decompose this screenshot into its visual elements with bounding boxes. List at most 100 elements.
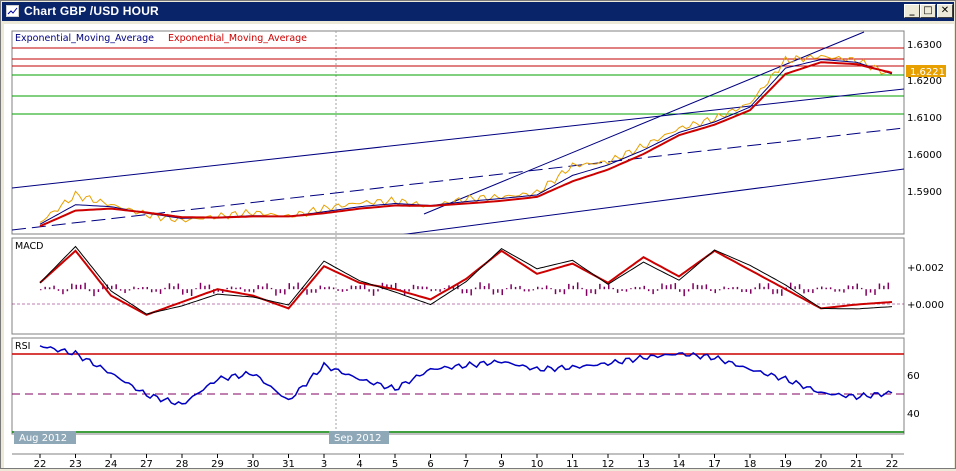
macd-hist-bar bbox=[599, 284, 601, 289]
title-bar[interactable]: Chart GBP /USD HOUR _ □ ✕ bbox=[2, 2, 954, 21]
macd-hist-bar bbox=[728, 288, 730, 289]
time-tick-label: 11 bbox=[566, 459, 579, 468]
macd-hist-bar bbox=[732, 287, 734, 289]
macd-hist-bar bbox=[368, 289, 370, 291]
macd-hist-bar bbox=[848, 285, 850, 289]
macd-hist-bar bbox=[466, 289, 468, 293]
chart-icon bbox=[6, 5, 19, 17]
macd-hist-bar bbox=[852, 286, 854, 289]
rsi-panel[interactable] bbox=[12, 338, 904, 434]
macd-hist-bar bbox=[710, 289, 712, 291]
macd-hist-bar bbox=[93, 289, 95, 296]
macd-hist-bar bbox=[195, 288, 197, 289]
macd-hist-bar bbox=[315, 289, 317, 293]
macd-hist-bar bbox=[493, 289, 495, 294]
macd-hist-bar bbox=[621, 289, 623, 291]
macd-hist-bar bbox=[550, 288, 552, 289]
maximize-button[interactable]: □ bbox=[920, 4, 936, 18]
macd-hist-bar bbox=[497, 289, 499, 292]
macd-hist-bar bbox=[444, 288, 446, 289]
macd-hist-bar bbox=[817, 288, 819, 290]
macd-hist-bar bbox=[67, 289, 69, 291]
macd-hist-bar bbox=[58, 289, 60, 291]
macd-hist-bar bbox=[355, 286, 357, 289]
macd-hist-bar bbox=[644, 286, 646, 289]
macd-hist-bar bbox=[652, 289, 654, 294]
time-tick-label: 6 bbox=[427, 459, 433, 468]
macd-hist-bar bbox=[524, 289, 526, 291]
macd-hist-bar bbox=[737, 287, 739, 289]
macd-hist-bar bbox=[275, 289, 277, 295]
macd-hist-bar bbox=[608, 284, 610, 289]
macd-hist-bar bbox=[289, 283, 291, 289]
macd-hist-bar bbox=[794, 286, 796, 289]
macd-hist-bar bbox=[280, 289, 282, 293]
time-tick-label: 31 bbox=[282, 459, 295, 468]
macd-hist-bar bbox=[515, 287, 517, 289]
macd-hist-bar bbox=[164, 288, 166, 289]
macd-hist-bar bbox=[870, 289, 872, 292]
macd-hist-bar bbox=[683, 289, 685, 296]
macd-hist-bar bbox=[874, 289, 876, 295]
macd-hist-bar bbox=[147, 287, 149, 289]
time-tick-label: 19 bbox=[779, 459, 792, 468]
macd-tick: +0.000 bbox=[907, 300, 944, 311]
macd-hist-bar bbox=[439, 289, 441, 292]
minimize-button[interactable]: _ bbox=[904, 4, 920, 18]
macd-hist-bar bbox=[754, 287, 756, 289]
rsi-title: RSI bbox=[15, 341, 30, 352]
chart-area[interactable]: Exponential_Moving_Average Exponential_M… bbox=[4, 24, 954, 468]
macd-hist-bar bbox=[431, 289, 433, 291]
macd-hist-bar bbox=[821, 287, 823, 290]
macd-hist-bar bbox=[661, 283, 663, 289]
macd-hist-bar bbox=[142, 287, 144, 289]
macd-hist-bar bbox=[865, 289, 867, 296]
macd-hist-bar bbox=[697, 285, 699, 289]
macd-hist-bar bbox=[626, 289, 628, 291]
time-tick-label: 10 bbox=[531, 459, 544, 468]
macd-hist-bar bbox=[701, 285, 703, 289]
macd-hist-bar bbox=[337, 289, 339, 291]
macd-hist-bar bbox=[333, 287, 335, 289]
macd-hist-bar bbox=[138, 288, 140, 289]
macd-hist-bar bbox=[715, 289, 717, 293]
macd-hist-bar bbox=[120, 289, 122, 290]
macd-hist-bar bbox=[324, 287, 326, 289]
rsi-tick: 60 bbox=[907, 371, 920, 382]
macd-hist-bar bbox=[675, 283, 677, 289]
macd-hist-bar bbox=[408, 289, 410, 291]
macd-hist-bar bbox=[595, 289, 597, 294]
macd-hist-bar bbox=[231, 287, 233, 290]
macd-hist-bar bbox=[84, 283, 86, 289]
macd-hist-bar bbox=[479, 282, 481, 289]
macd-hist-bar bbox=[506, 288, 508, 289]
macd-hist-bar bbox=[799, 284, 801, 289]
month-label: Sep 2012 bbox=[334, 433, 381, 444]
time-tick-label: 23 bbox=[69, 459, 82, 468]
time-tick-label: 29 bbox=[211, 459, 224, 468]
macd-hist-bar bbox=[306, 289, 308, 294]
macd-hist-bar bbox=[320, 286, 322, 290]
close-button[interactable]: ✕ bbox=[937, 4, 953, 18]
time-tick-label: 14 bbox=[673, 459, 686, 468]
macd-hist-bar bbox=[253, 289, 255, 292]
macd-hist-bar bbox=[573, 286, 575, 289]
time-tick-label: 20 bbox=[815, 459, 828, 468]
macd-hist-bar bbox=[488, 283, 490, 289]
macd-hist-bar bbox=[808, 289, 810, 292]
macd-hist-bar bbox=[781, 289, 783, 296]
macd-hist-bar bbox=[40, 289, 42, 290]
time-tick-label: 22 bbox=[34, 459, 47, 468]
chart-canvas[interactable]: Exponential_Moving_Average Exponential_M… bbox=[4, 24, 954, 468]
macd-hist-bar bbox=[679, 289, 681, 292]
macd-hist-bar bbox=[249, 289, 251, 291]
macd-hist-bar bbox=[284, 289, 286, 294]
time-tick-label: 3 bbox=[321, 459, 327, 468]
macd-hist-bar bbox=[76, 285, 78, 289]
time-tick-label: 7 bbox=[463, 459, 469, 468]
macd-hist-bar bbox=[266, 283, 268, 289]
macd-hist-bar bbox=[741, 289, 743, 292]
macd-hist-bar bbox=[328, 287, 330, 290]
macd-hist-bar bbox=[692, 283, 694, 289]
macd-hist-bar bbox=[62, 289, 64, 294]
